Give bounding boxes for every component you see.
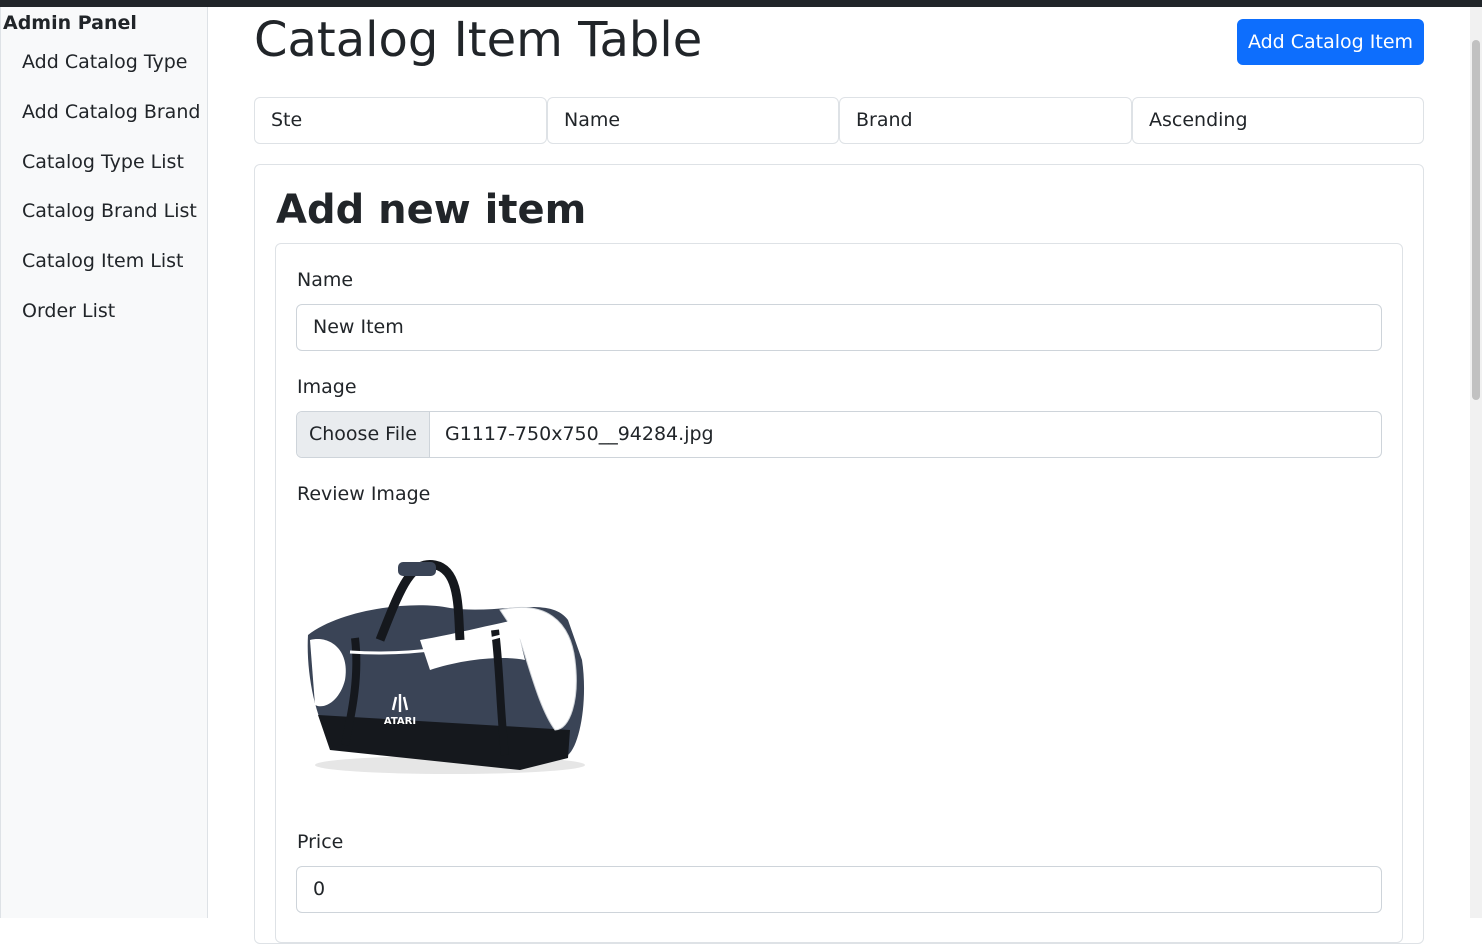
price-input[interactable]: 0 — [296, 866, 1382, 913]
sidebar-item-order-list[interactable]: Order List — [22, 300, 115, 322]
image-label: Image — [297, 376, 357, 398]
add-catalog-item-button[interactable]: Add Catalog Item — [1237, 19, 1424, 65]
filter-name-select[interactable]: Name — [547, 97, 839, 144]
filter-brand-select[interactable]: Brand — [839, 97, 1132, 144]
form-title: Add new item — [276, 187, 587, 233]
scrollbar-thumb[interactable] — [1472, 40, 1480, 400]
name-input[interactable]: New Item — [296, 304, 1382, 351]
file-name-text: G1117-750x750__94284.jpg — [445, 423, 714, 445]
bag-handle-grip — [398, 562, 436, 576]
sidebar-item-add-catalog-type[interactable]: Add Catalog Type — [22, 51, 187, 73]
filter-search-input[interactable]: Ste — [254, 97, 547, 144]
top-bar — [0, 0, 1482, 7]
sidebar-item-catalog-item-list[interactable]: Catalog Item List — [22, 250, 184, 272]
choose-file-button[interactable]: Choose File — [297, 412, 430, 457]
filter-order-select[interactable]: Ascending — [1132, 97, 1424, 144]
preview-image: ATARI — [307, 560, 585, 774]
sidebar-item-catalog-type-list[interactable]: Catalog Type List — [22, 151, 184, 173]
page-title: Catalog Item Table — [254, 12, 703, 68]
sidebar-item-add-catalog-brand[interactable]: Add Catalog Brand — [22, 101, 200, 123]
image-file-input[interactable]: Choose File G1117-750x750__94284.jpg — [296, 411, 1382, 458]
price-label: Price — [297, 831, 344, 853]
sidebar-brand: Admin Panel — [3, 12, 137, 34]
review-image-label: Review Image — [297, 483, 431, 505]
bag-logo-text: ATARI — [384, 716, 416, 727]
scrollbar[interactable] — [1470, 7, 1482, 918]
name-label: Name — [297, 269, 354, 291]
sidebar-item-catalog-brand-list[interactable]: Catalog Brand List — [22, 200, 197, 222]
sidebar: Admin Panel Add Catalog Type Add Catalog… — [0, 7, 208, 918]
